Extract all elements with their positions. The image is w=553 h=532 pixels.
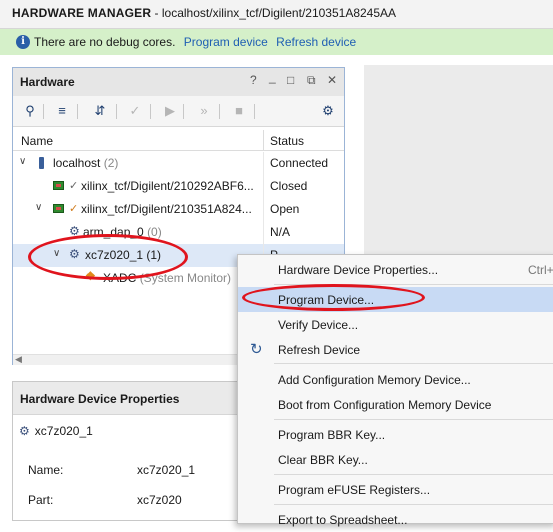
- menu-item-export-spreadsheet[interactable]: Export to Spreadsheet...: [238, 507, 553, 532]
- tree-row-target-open[interactable]: ∨ ✓ xilinx_tcf/Digilent/210351A824... Op…: [13, 198, 344, 221]
- collapse-all-icon[interactable]: ≡: [54, 103, 70, 119]
- run-all-icon[interactable]: »: [196, 103, 212, 119]
- shortcut-label: Ctrl+: [528, 263, 553, 277]
- part-label: Part:: [28, 493, 54, 507]
- jtag-target-icon: [53, 204, 64, 213]
- device-properties-panel: Hardware Device Properties ⚙ xc7z020_1 Na…: [12, 381, 253, 521]
- tree-row-localhost[interactable]: ∨ localhost (2) Connected: [13, 152, 344, 175]
- banner-message: There are no debug cores. Program device…: [34, 35, 357, 49]
- menu-item-verify-device[interactable]: Verify Device...: [238, 312, 553, 337]
- column-status[interactable]: Status: [270, 134, 304, 148]
- maximize-icon[interactable]: □: [287, 73, 294, 87]
- annotation-ellipse-device: [28, 234, 188, 280]
- menu-item-refresh-device[interactable]: ↻ Refresh Device: [238, 337, 553, 362]
- status-text: N/A: [270, 225, 291, 239]
- window-title: HARDWARE MANAGER - localhost/xilinx_tcf/…: [12, 6, 397, 20]
- hardware-panel-header: Hardware ? _ □ ⧉ ✕: [13, 68, 344, 96]
- tree-row-target-closed[interactable]: ✓ xilinx_tcf/Digilent/210292ABF6... Clos…: [13, 175, 344, 198]
- tree-column-header: Name Status: [13, 130, 344, 151]
- name-label: Name:: [28, 463, 64, 477]
- properties-device: ⚙ xc7z020_1: [19, 424, 93, 438]
- stop-icon[interactable]: ■: [231, 103, 247, 119]
- menu-item-add-config-memory[interactable]: Add Configuration Memory Device...: [238, 367, 553, 392]
- properties-title: Hardware Device Properties: [20, 392, 180, 406]
- expand-icon[interactable]: ⇵: [92, 103, 108, 119]
- refresh-icon: ↻: [250, 341, 263, 358]
- server-icon: [39, 157, 44, 169]
- hardware-toolbar: ⚲ ≡ ⇵ ✓ ▶ » ■ ⚙: [13, 96, 344, 127]
- window-title-bar: HARDWARE MANAGER - localhost/xilinx_tcf/…: [0, 0, 553, 29]
- auto-connect-icon[interactable]: ✓: [127, 103, 143, 119]
- settings-icon[interactable]: ⚙: [320, 103, 336, 119]
- search-icon[interactable]: ⚲: [22, 103, 38, 119]
- refresh-device-link[interactable]: Refresh device: [276, 35, 356, 49]
- menu-item-program-efuse[interactable]: Program eFUSE Registers...: [238, 477, 553, 502]
- debug-info-banner: i There are no debug cores. Program devi…: [0, 29, 553, 55]
- chevron-down-icon[interactable]: ∨: [19, 156, 26, 167]
- chevron-down-icon[interactable]: ∨: [35, 202, 42, 213]
- part-value: xc7z020: [137, 493, 182, 507]
- scroll-left-icon[interactable]: ◀: [15, 354, 22, 365]
- name-value: xc7z020_1: [137, 463, 196, 477]
- status-text: Closed: [270, 179, 308, 193]
- annotation-ellipse-program-device: [242, 284, 425, 311]
- minimize-icon[interactable]: _: [269, 70, 276, 84]
- float-icon[interactable]: ⧉: [307, 73, 316, 88]
- device-icon: ⚙: [19, 424, 30, 438]
- status-text: Connected: [270, 156, 329, 170]
- hardware-panel-title: Hardware: [20, 75, 75, 89]
- help-icon[interactable]: ?: [250, 73, 257, 87]
- menu-item-clear-bbr-key[interactable]: Clear BBR Key...: [238, 447, 553, 472]
- menu-item-boot-config-memory[interactable]: Boot from Configuration Memory Device: [238, 392, 553, 417]
- properties-header: Hardware Device Properties: [13, 382, 253, 415]
- status-text: Open: [270, 202, 300, 216]
- menu-item-program-bbr-key[interactable]: Program BBR Key...: [238, 422, 553, 447]
- program-device-link[interactable]: Program device: [184, 35, 268, 49]
- jtag-target-icon: [53, 181, 64, 190]
- close-icon[interactable]: ✕: [327, 73, 337, 87]
- run-icon[interactable]: ▶: [162, 103, 178, 119]
- column-name[interactable]: Name: [21, 134, 53, 148]
- menu-item-hardware-device-properties[interactable]: Hardware Device Properties... Ctrl+: [238, 257, 553, 282]
- info-icon: i: [16, 35, 30, 49]
